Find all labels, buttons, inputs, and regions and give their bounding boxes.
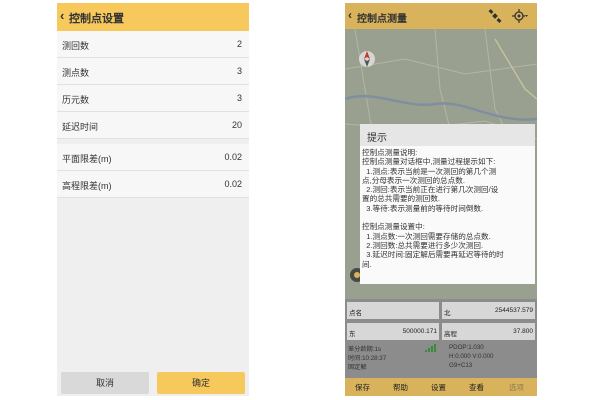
dialog-line: 控制点测量设置中: <box>362 222 425 232</box>
settings-button[interactable]: 设置 <box>431 382 446 393</box>
dialog-line: 1.测点数:一次测回需要存储的总点数. <box>362 231 491 241</box>
dialog-line: 置的总共需要的测回数. <box>362 194 441 204</box>
settings-list: 测回数 2 测点数 3 历元数 3 延迟时间 20 平面限差(m) 0.02 高… <box>57 31 249 198</box>
field-label: 高程 <box>444 331 457 338</box>
dialog-body: 控制点测量说明: 控制点测量对话框中,测量过程提示如下: 1.测点:表示当前是一… <box>362 148 533 269</box>
setting-label: 历元数 <box>62 95 90 105</box>
setting-value: 3 <box>236 93 242 103</box>
field-label: 北 <box>444 310 451 317</box>
save-button[interactable]: 保存 <box>355 382 370 393</box>
dialog-line: 2.测回数:总共需要进行多少次测回. <box>362 240 484 250</box>
back-arrow-icon[interactable]: ‹ <box>348 8 352 22</box>
dialog-line <box>362 213 533 222</box>
survey-header: ‹ 控制点测量 <box>345 3 537 29</box>
survey-title: 控制点测量 <box>357 14 407 25</box>
diff-age-text: 差分龄期:1s <box>348 346 382 353</box>
dialog-line: 控制点测量说明: <box>362 148 418 157</box>
dialog-title-bar: 提示 <box>360 124 535 146</box>
setting-row-epochs[interactable]: 历元数 3 <box>57 85 249 112</box>
survey-button-bar: 保存 帮助 设置 查看 选项 <box>345 378 537 396</box>
help-button[interactable]: 帮助 <box>393 382 408 393</box>
survey-info-panel: 点名 北 2544537.579 东 500000.171 高程 37.800 … <box>345 299 537 378</box>
dialog-title: 提示 <box>367 133 387 144</box>
satellite-count-text: G9+C13 <box>449 362 473 369</box>
setting-row-points[interactable]: 测点数 3 <box>57 58 249 85</box>
setting-row-horizontal-tolerance[interactable]: 平面限差(m) 0.02 <box>57 144 249 171</box>
settings-title: 控制点设置 <box>69 13 124 25</box>
cancel-button[interactable]: 取消 <box>61 372 149 394</box>
satellite-icon[interactable] <box>488 9 502 23</box>
setting-label: 高程限差(m) <box>62 181 112 191</box>
setting-label: 测回数 <box>62 41 90 51</box>
dialog-line: 1.测点:表示当前是一次测回的第几个测 <box>362 166 497 176</box>
setting-value: 2 <box>236 39 242 49</box>
gps-target-icon[interactable] <box>512 9 528 23</box>
setting-value: 0.02 <box>224 179 242 189</box>
settings-header: ‹ 控制点设置 <box>57 3 249 31</box>
setting-label: 延迟时间 <box>62 122 99 132</box>
north-field: 北 2544537.579 <box>442 302 535 319</box>
field-value: 500000.171 <box>402 328 437 335</box>
height-field: 高程 37.800 <box>442 323 535 340</box>
back-arrow-icon[interactable]: ‹ <box>60 8 64 23</box>
setting-row-delay[interactable]: 延迟时间 20 <box>57 112 249 139</box>
setting-value: 3 <box>236 66 242 76</box>
confirm-button[interactable]: 确定 <box>157 372 245 394</box>
point-name-field[interactable]: 点名 <box>347 302 439 319</box>
dialog-line: 间. <box>362 259 372 269</box>
setting-value: 0.02 <box>224 152 242 162</box>
dialog-line: 点,分母表示一次测回的总点数. <box>362 175 465 185</box>
hv-accuracy-text: H:0.000 V:0.000 <box>449 353 494 360</box>
field-label: 点名 <box>349 310 362 317</box>
signal-bars-icon <box>425 344 436 352</box>
dialog-line: 3.延迟时间:固定解后需要再延迟等待的时 <box>362 250 504 260</box>
field-value: 2544537.579 <box>495 307 533 314</box>
control-point-settings-screen: ‹ 控制点设置 测回数 2 测点数 3 历元数 3 延迟时间 20 平面限差(m… <box>57 3 249 396</box>
compass-icon[interactable] <box>359 51 375 67</box>
options-button[interactable]: 选项 <box>509 382 524 393</box>
field-value: 37.800 <box>513 328 533 335</box>
fix-status-text: 固定解 <box>348 364 367 371</box>
control-point-survey-screen: ‹ 控制点测量 提示 控制点测量说明: 控制点测量对话框中,测量过程提示如下: … <box>345 3 537 396</box>
setting-label: 测点数 <box>62 68 90 78</box>
field-label: 东 <box>349 331 356 338</box>
setting-row-rounds[interactable]: 测回数 2 <box>57 31 249 58</box>
dialog-line: 3.等待:表示测量前的等待时间倒数. <box>362 203 484 213</box>
tip-dialog: 提示 控制点测量说明: 控制点测量对话框中,测量过程提示如下: 1.测点:表示当… <box>360 124 535 284</box>
pdop-text: PDOP:1.030 <box>449 344 484 351</box>
setting-label: 平面限差(m) <box>62 154 112 164</box>
time-text: 时间:10:28:37 <box>348 355 387 362</box>
view-button[interactable]: 查看 <box>469 382 484 393</box>
setting-row-vertical-tolerance[interactable]: 高程限差(m) 0.02 <box>57 171 249 198</box>
east-field: 东 500000.171 <box>347 323 439 340</box>
dialog-line: 控制点测量对话框中,测量过程提示如下: <box>362 157 496 167</box>
setting-value: 20 <box>231 120 242 130</box>
